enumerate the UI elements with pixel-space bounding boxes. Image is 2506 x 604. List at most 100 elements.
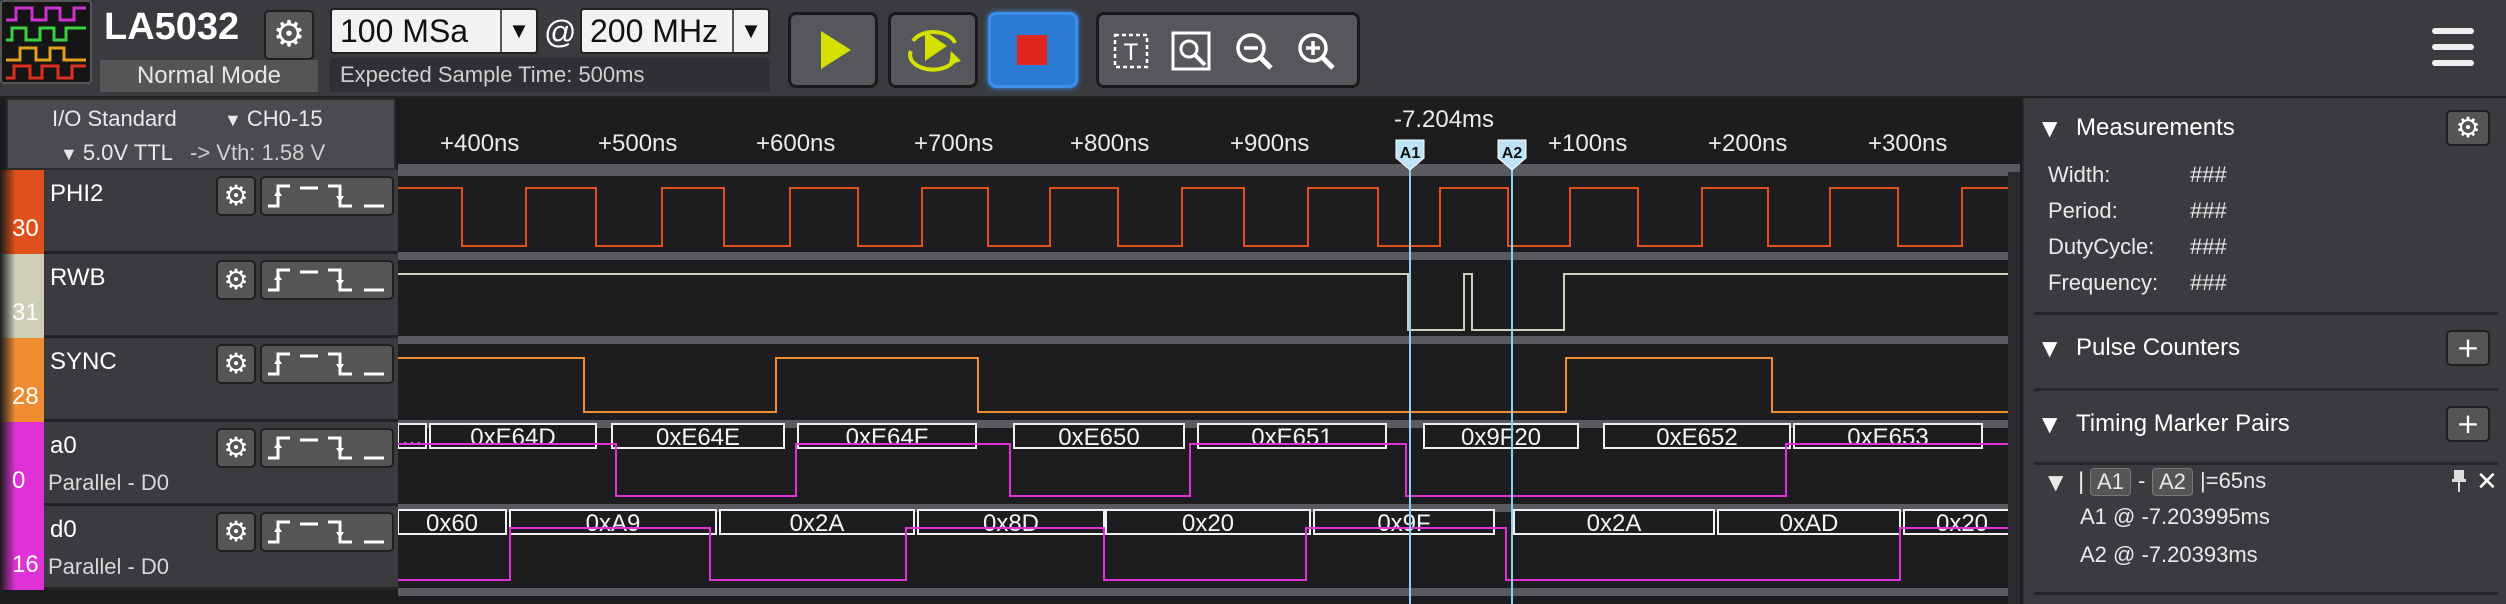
bus-value-label: 0x20 — [1182, 510, 1234, 537]
zoom-in-icon[interactable] — [1289, 23, 1343, 79]
voltage-standard-label: 5.0V TTL — [82, 140, 173, 165]
bus-value-label: 0x2A — [1587, 510, 1642, 537]
add-pulse-counter-plus-icon[interactable]: + — [2446, 330, 2490, 366]
measurement-value: ### — [2190, 162, 2227, 187]
channel-name[interactable]: PHI2 — [50, 180, 103, 208]
row-divider — [398, 588, 2020, 596]
measurements-settings-gear-icon[interactable]: ⚙ — [2446, 110, 2490, 146]
bus-value-label: 0x60 — [426, 510, 478, 537]
bus-value-label: 0xE650 — [1058, 424, 1139, 451]
channel-range-select[interactable]: ▼ CH0-15 — [224, 106, 323, 132]
row-divider — [398, 252, 2020, 260]
bus-value-label: 0xE64E — [656, 424, 740, 451]
channel-number: 31 — [12, 299, 39, 326]
phi2-waveform — [398, 187, 2020, 247]
add-timing-pair-plus-icon[interactable]: + — [2446, 406, 2490, 442]
stop-button[interactable] — [988, 12, 1078, 88]
at-sign: @ — [544, 14, 577, 50]
bus-value-label: 0x9F20 — [1461, 424, 1541, 451]
collapse-triangle-icon[interactable]: ▼ — [2042, 412, 2057, 436]
falling-edge-icon[interactable] — [328, 352, 352, 376]
falling-edge-icon[interactable] — [328, 520, 352, 544]
loop-play-icon — [908, 30, 961, 72]
io-standard-label: I/O Standard — [52, 106, 177, 131]
hamburger-menu-icon[interactable] — [2428, 22, 2478, 74]
bus-value-label: 0xAD — [1780, 510, 1839, 537]
channel-number: 28 — [12, 383, 39, 410]
channel-row[interactable]: 28 SYNC ⚙ — [0, 338, 398, 422]
timing-pair-row[interactable]: ▼ | A1 - A2 |=65ns ✕ — [2048, 464, 2498, 504]
channel-settings-gear-icon[interactable]: ⚙ — [216, 512, 256, 552]
rising-edge-icon[interactable] — [268, 436, 290, 460]
run-button[interactable] — [788, 12, 878, 88]
zoom-area-icon[interactable] — [1165, 23, 1219, 79]
rising-edge-icon[interactable] — [268, 268, 290, 292]
chevron-down-icon[interactable]: ▼ — [732, 10, 768, 52]
vertical-scrollbar[interactable] — [2008, 172, 2020, 604]
sample-frequency-select[interactable]: 200 MHz ▼ — [580, 8, 770, 54]
bus-value-label: 0x2A — [790, 510, 845, 537]
bus-value-label: 0xE64D — [470, 424, 555, 451]
trigger-select[interactable] — [260, 176, 394, 216]
falling-edge-icon[interactable] — [328, 268, 352, 292]
channel-number: 0 — [12, 467, 26, 494]
channel-settings-gear-icon[interactable]: ⚙ — [216, 428, 256, 468]
bus-value-label: 0x9F — [1377, 510, 1430, 537]
triangle-down-icon: ▼ — [224, 110, 247, 130]
marker-a1-position: A1 @ -7.203995ms — [2080, 504, 2270, 529]
measurement-value: ### — [2190, 234, 2227, 259]
section-divider — [2034, 312, 2498, 315]
section-divider — [2034, 388, 2498, 391]
trigger-select[interactable] — [260, 344, 394, 384]
bus-value-label: 0xE652 — [1656, 424, 1737, 451]
svg-text:T: T — [1124, 39, 1139, 66]
rising-edge-icon[interactable] — [268, 520, 290, 544]
rwb-waveform — [398, 273, 2020, 331]
collapse-triangle-icon[interactable]: ▼ — [2048, 470, 2063, 494]
channel-settings-gear-icon[interactable]: ⚙ — [216, 344, 256, 384]
channel-row[interactable]: 30 PHI2 ⚙ — [0, 170, 398, 254]
mode-label: Normal Mode — [100, 60, 318, 92]
section-divider — [2034, 592, 2498, 595]
device-settings-gear-icon[interactable]: ⚙ — [264, 10, 314, 60]
measurement-value: ### — [2190, 198, 2227, 223]
channel-name[interactable]: d0 — [50, 516, 77, 544]
channel-name[interactable]: RWB — [50, 264, 106, 292]
trigger-select[interactable] — [260, 260, 394, 300]
trigger-select[interactable] — [260, 428, 394, 468]
channel-row[interactable]: 0 a0 Parallel - D0 ⚙ — [0, 422, 398, 506]
io-standard-header: I/O Standard ▼ CH0-15 ▼ 5.0V TTL -> Vth:… — [6, 98, 396, 170]
channel-row[interactable]: 31 RWB ⚙ — [0, 254, 398, 338]
text-select-tool-icon[interactable]: T — [1105, 23, 1159, 79]
stop-icon — [1017, 35, 1047, 65]
channel-name[interactable]: SYNC — [50, 348, 117, 376]
measurement-label: Period: — [2048, 198, 2118, 223]
collapse-triangle-icon[interactable]: ▼ — [2042, 336, 2057, 360]
channel-number: 16 — [12, 551, 39, 578]
close-icon[interactable]: ✕ — [2476, 466, 2498, 497]
falling-edge-icon[interactable] — [328, 436, 352, 460]
toolbar: LA5032 ⚙ Normal Mode 100 MSa ▼ @ 200 MHz… — [0, 0, 2506, 98]
sample-rate-select[interactable]: 100 MSa ▼ — [330, 8, 538, 54]
rising-edge-icon[interactable] — [268, 352, 290, 376]
trigger-select[interactable] — [260, 512, 394, 552]
channel-number: 30 — [12, 215, 39, 242]
channel-row[interactable]: 16 d0 Parallel - D0 ⚙ — [0, 506, 398, 590]
voltage-standard-select[interactable]: ▼ 5.0V TTL — [60, 140, 173, 166]
channel-name[interactable]: a0 — [50, 432, 77, 460]
measurement-value: ### — [2190, 270, 2227, 295]
zoom-out-icon[interactable] — [1227, 23, 1281, 79]
bus-value-label: 0x8D — [983, 510, 1039, 537]
falling-edge-icon[interactable] — [328, 184, 352, 208]
pin-icon[interactable] — [2450, 468, 2468, 498]
chevron-down-icon[interactable]: ▼ — [500, 10, 536, 52]
waveform-area[interactable]: +400ns +500ns +600ns +700ns +800ns +900ns +100… — [398, 98, 2020, 604]
play-icon — [821, 31, 851, 69]
waveform-canvas[interactable]: ... 0xE64D 0xE64E 0xE64F 0xE650 0xE651 0x9F20 0… — [398, 98, 2020, 604]
rising-edge-icon[interactable] — [268, 184, 290, 208]
channel-settings-gear-icon[interactable]: ⚙ — [216, 260, 256, 300]
sample-rate-value: 100 MSa — [340, 13, 469, 49]
collapse-triangle-icon[interactable]: ▼ — [2042, 116, 2057, 140]
repeat-run-button[interactable] — [888, 12, 978, 88]
channel-settings-gear-icon[interactable]: ⚙ — [216, 176, 256, 216]
